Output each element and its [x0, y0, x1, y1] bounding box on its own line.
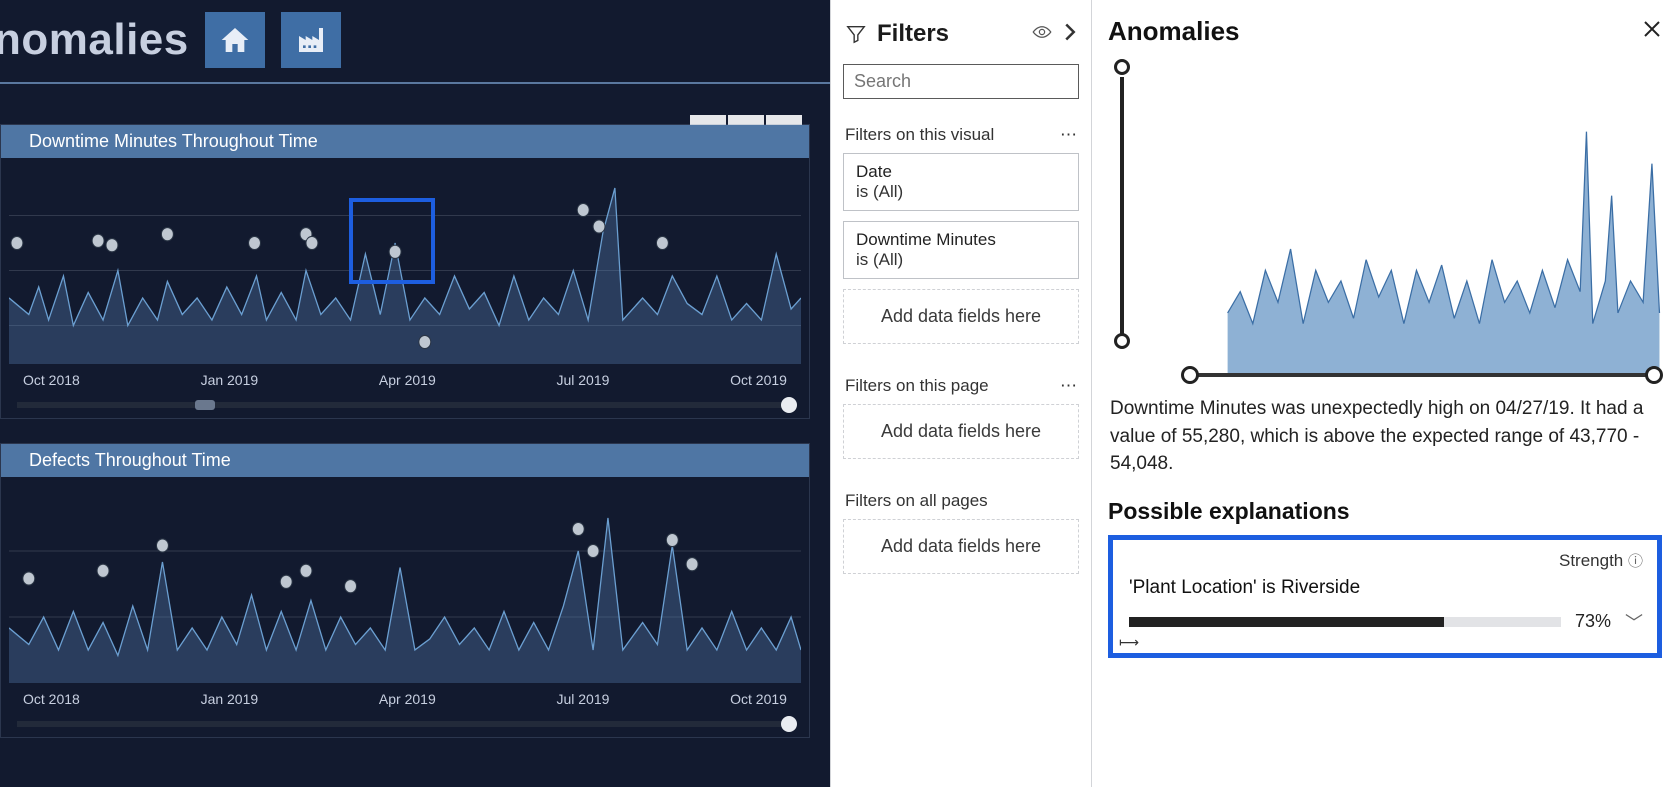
x-tick: Apr 2019 [379, 372, 436, 388]
strength-bar [1129, 617, 1561, 627]
section-label: Filters on this visual⋯ [831, 115, 1091, 153]
page-title: nomalies [0, 15, 189, 65]
x-tick: Jan 2019 [201, 372, 259, 388]
add-fields-dropzone[interactable]: Add data fields here [843, 404, 1079, 459]
search-input[interactable] [843, 64, 1079, 99]
section-label: Filters on this page⋯ [831, 366, 1091, 404]
chart-defects-svg [9, 485, 801, 683]
filter-field-name: Date [856, 162, 1066, 182]
possible-explanations-title: Possible explanations [1108, 498, 1662, 525]
filter-field-value: is (All) [856, 182, 1066, 202]
section-label: Filters on all pages [831, 481, 1091, 519]
x-tick: Jul 2019 [556, 691, 609, 707]
chart-xaxis: Oct 2018 Jan 2019 Apr 2019 Jul 2019 Oct … [1, 368, 809, 402]
dashboard-canvas: nomalies ⋯ Downtime Minutes Throughout T… [0, 0, 830, 787]
ellipsis-icon[interactable]: ⋯ [1060, 376, 1077, 396]
add-fields-dropzone[interactable]: Add data fields here [843, 289, 1079, 344]
home-button[interactable] [205, 12, 265, 68]
chart-title: Downtime Minutes Throughout Time [1, 125, 809, 158]
search-field[interactable] [854, 71, 1086, 92]
filters-title: Filters [877, 20, 1021, 48]
strength-value: 73% [1575, 611, 1611, 632]
anomaly-mini-chart[interactable] [1108, 57, 1662, 377]
divider [0, 82, 830, 84]
ellipsis-icon[interactable]: ⋯ [1060, 125, 1077, 145]
anomalies-panel: Anomalies Downtime Minutes was unexpecte… [1092, 0, 1680, 787]
chart-downtime-svg [9, 166, 801, 364]
home-icon [218, 24, 252, 56]
strength-bar-fill [1129, 617, 1444, 627]
x-range-handle-right[interactable] [1645, 366, 1663, 384]
x-range-handle-left[interactable] [1181, 366, 1199, 384]
x-tick: Oct 2018 [23, 691, 80, 707]
filters-panel: Filters Filters on this visual⋯ Date is … [830, 0, 1092, 787]
visibility-icon[interactable] [1031, 25, 1053, 44]
info-icon[interactable]: ⓘ [1628, 553, 1643, 570]
x-tick: Oct 2019 [730, 691, 787, 707]
y-range-handle-top[interactable] [1114, 59, 1130, 75]
y-range-track[interactable] [1120, 77, 1124, 339]
x-tick: Oct 2018 [23, 372, 80, 388]
x-tick: Jan 2019 [201, 691, 259, 707]
funnel-icon [845, 23, 867, 45]
filter-field-value: is (All) [856, 250, 1066, 270]
slider-handle[interactable] [781, 716, 797, 732]
close-button[interactable] [1642, 18, 1662, 46]
x-range-track[interactable] [1190, 373, 1654, 377]
chevron-down-icon[interactable]: ﹀ [1625, 609, 1643, 635]
chart-title: Defects Throughout Time [1, 444, 809, 477]
factory-icon [294, 24, 328, 56]
explanation-item[interactable]: 'Plant Location' is Riverside [1129, 577, 1643, 599]
close-icon [1642, 19, 1662, 39]
time-slider[interactable] [17, 402, 793, 408]
add-fields-dropzone[interactable]: Add data fields here [843, 519, 1079, 574]
anomaly-description: Downtime Minutes was unexpectedly high o… [1110, 395, 1660, 478]
y-range-handle-bottom[interactable] [1114, 333, 1130, 349]
time-slider[interactable] [17, 721, 793, 727]
factory-button[interactable] [281, 12, 341, 68]
x-tick: Oct 2019 [730, 372, 787, 388]
chart-downtime[interactable]: Downtime Minutes Throughout Time [0, 124, 810, 419]
chart-defects[interactable]: Defects Throughout Time [0, 443, 810, 738]
possible-explanations-box: Strength ⓘ 'Plant Location' is Riverside… [1108, 535, 1662, 658]
filter-field-name: Downtime Minutes [856, 230, 1066, 250]
chart-xaxis: Oct 2018 Jan 2019 Apr 2019 Jul 2019 Oct … [1, 687, 809, 721]
anomalies-title: Anomalies [1108, 16, 1240, 47]
collapse-chevron-icon[interactable] [1063, 22, 1077, 47]
filter-card-date[interactable]: Date is (All) [843, 153, 1079, 211]
filter-card-downtime[interactable]: Downtime Minutes is (All) [843, 221, 1079, 279]
strength-label: Strength [1559, 551, 1623, 570]
x-tick: Jul 2019 [556, 372, 609, 388]
x-tick: Apr 2019 [379, 691, 436, 707]
range-grip-icon[interactable]: ⟼ [1119, 634, 1139, 651]
slider-handle[interactable] [781, 397, 797, 413]
slider-handle[interactable] [195, 400, 215, 410]
